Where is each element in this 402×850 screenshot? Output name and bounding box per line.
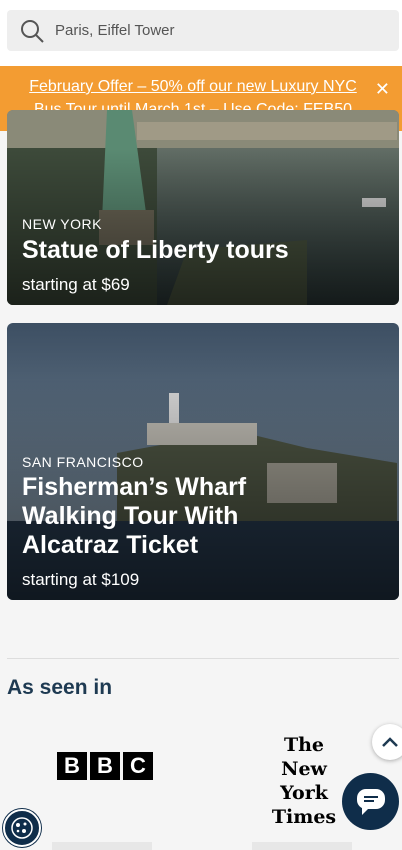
nyt-line: New York <box>280 758 328 804</box>
search-header <box>0 0 402 66</box>
card-city: NEW YORK <box>22 216 102 232</box>
nyt-logo: The New York Times <box>258 733 350 829</box>
search-icon <box>21 19 44 43</box>
chat-icon <box>356 788 385 815</box>
nyt-line: The <box>283 734 325 756</box>
card-city: SAN FRANCISCO <box>22 454 144 470</box>
nyt-line: Times <box>271 806 337 828</box>
card-title: Fisherman’s Wharf Walking Tour With Alca… <box>22 473 247 559</box>
tour-card-new-york[interactable]: NEW YORK Statue of Liberty tours startin… <box>7 110 399 305</box>
bbc-letter: C <box>123 752 153 780</box>
bbc-letter: B <box>90 752 120 780</box>
scroll-to-top-button[interactable] <box>372 724 402 760</box>
cookie-settings-button[interactable] <box>3 809 41 847</box>
card-price: starting at $109 <box>22 570 140 589</box>
card-title: Statue of Liberty tours <box>22 236 289 264</box>
section-divider <box>7 658 399 659</box>
close-icon[interactable]: ✕ <box>375 78 390 101</box>
as-seen-in-heading: As seen in <box>7 676 113 699</box>
cookie-icon <box>11 817 33 839</box>
chevron-up-icon <box>382 737 398 747</box>
search-input[interactable] <box>53 21 357 40</box>
tour-card-san-francisco[interactable]: SAN FRANCISCO Fisherman’s Wharf Walking … <box>7 323 399 600</box>
press-logo-partial <box>252 842 352 850</box>
bbc-logo: B B C <box>57 752 153 780</box>
search-bar[interactable] <box>7 10 399 51</box>
card-price: starting at $69 <box>22 275 130 294</box>
bbc-letter: B <box>57 752 87 780</box>
press-logo-partial <box>52 842 152 850</box>
chat-button[interactable] <box>342 773 399 830</box>
